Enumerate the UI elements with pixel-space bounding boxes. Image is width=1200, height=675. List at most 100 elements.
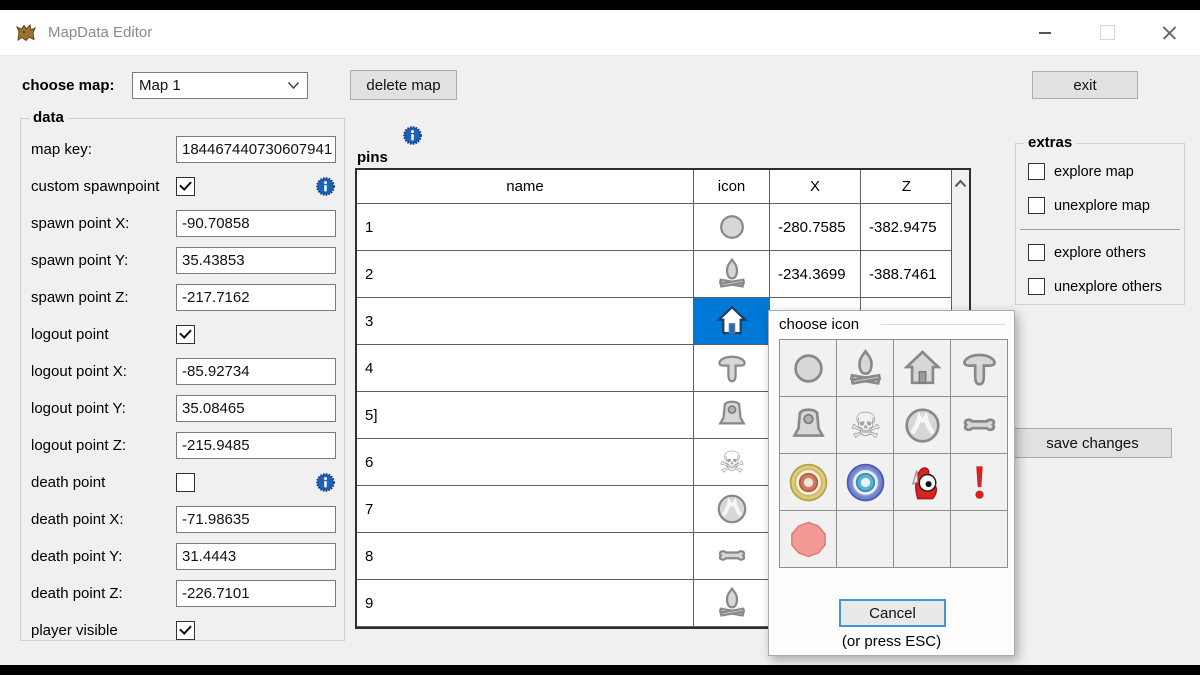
pin-z-cell[interactable]: -388.7461 bbox=[861, 251, 952, 297]
pin-icon-cell[interactable] bbox=[694, 392, 770, 438]
circle-pin-icon bbox=[719, 215, 744, 239]
bone-icon bbox=[718, 550, 745, 561]
logout-point-checkbox[interactable] bbox=[176, 324, 195, 344]
target-gold-icon bbox=[789, 463, 827, 501]
choose-map-label: choose map: bbox=[22, 77, 115, 94]
extras-item-unexplore-map: unexplore map bbox=[1028, 195, 1176, 216]
exit-button[interactable]: exit bbox=[1032, 71, 1138, 99]
maximize-button bbox=[1076, 10, 1138, 55]
pin-name-cell[interactable]: 6 bbox=[357, 439, 694, 485]
pin-icon-cell[interactable] bbox=[694, 251, 770, 297]
icon-option-target-gold[interactable] bbox=[780, 454, 837, 511]
data-row-logout-point-y: logout point Y: bbox=[31, 394, 336, 422]
pin-name-cell[interactable]: 9 bbox=[357, 580, 694, 626]
pin-name-cell[interactable]: 1 bbox=[357, 204, 694, 250]
spawn-point-y-input[interactable] bbox=[176, 246, 336, 274]
info-icon[interactable] bbox=[315, 176, 336, 197]
pin-icon-cell[interactable] bbox=[694, 345, 770, 391]
custom-spawnpoint-checkbox[interactable] bbox=[176, 176, 195, 196]
pin-name-cell[interactable]: 8 bbox=[357, 533, 694, 579]
icon-option-target-blue[interactable] bbox=[837, 454, 894, 511]
logout-point-y-label: logout point Y: bbox=[31, 399, 126, 417]
death-point-z-input[interactable] bbox=[176, 579, 336, 607]
data-panel: data map key: custom spawnpoint spawn poin… bbox=[20, 109, 345, 644]
death-point-z-label: death point Z: bbox=[31, 584, 123, 602]
pin-icon-cell[interactable] bbox=[694, 580, 770, 626]
close-button[interactable] bbox=[1138, 10, 1200, 55]
pin-x-cell[interactable]: -280.7585 bbox=[770, 204, 861, 250]
icon-option-skull-crossbones[interactable]: ☠ bbox=[837, 397, 894, 454]
spawn-point-y-label: spawn point Y: bbox=[31, 251, 129, 269]
pin-name-cell[interactable]: 7 bbox=[357, 486, 694, 532]
icon-option-mushroom[interactable] bbox=[951, 340, 1008, 397]
mushroom-icon bbox=[717, 355, 746, 383]
pins-info-icon[interactable] bbox=[402, 125, 423, 146]
unexplore-others-checkbox[interactable] bbox=[1028, 278, 1045, 295]
death-point-y-input[interactable] bbox=[176, 542, 336, 570]
pin-name-cell[interactable]: 5] bbox=[357, 392, 694, 438]
pin-icon-cell[interactable]: ☠ bbox=[694, 439, 770, 485]
data-row-spawn-point-x: spawn point X: bbox=[31, 209, 336, 237]
pin-name-cell[interactable]: 4 bbox=[357, 345, 694, 391]
unexplore-others-label: unexplore others bbox=[1054, 278, 1163, 295]
pin-z-cell[interactable]: -382.9475 bbox=[861, 204, 952, 250]
pin-icon-cell[interactable] bbox=[694, 298, 770, 344]
icon-option-exclamation-mark[interactable] bbox=[951, 454, 1008, 511]
spawn-point-x-input[interactable] bbox=[176, 209, 336, 237]
pin-name-cell[interactable]: 3 bbox=[357, 298, 694, 344]
data-row-player-visible: player visible bbox=[31, 616, 336, 644]
explore-others-checkbox[interactable] bbox=[1028, 244, 1045, 261]
minimize-button[interactable] bbox=[1014, 10, 1076, 55]
logout-point-z-input[interactable] bbox=[176, 431, 336, 459]
campfire-icon bbox=[849, 348, 881, 385]
map-key-input[interactable] bbox=[176, 135, 336, 163]
column-header-name: name bbox=[357, 170, 694, 203]
pin-name-cell[interactable]: 2 bbox=[357, 251, 694, 297]
data-rows: map key: custom spawnpoint spawn point X: s… bbox=[21, 135, 344, 644]
icon-option-house[interactable] bbox=[894, 340, 951, 397]
logout-point-x-input[interactable] bbox=[176, 357, 336, 385]
delete-map-button[interactable]: delete map bbox=[350, 70, 457, 100]
data-row-custom-spawnpoint: custom spawnpoint bbox=[31, 172, 336, 200]
pins-title: pins bbox=[357, 149, 388, 166]
data-row-logout-point-z: logout point Z: bbox=[31, 431, 336, 459]
column-header-z: Z bbox=[901, 178, 912, 195]
icon-option-bone[interactable] bbox=[951, 397, 1008, 454]
pin-icon-cell[interactable] bbox=[694, 204, 770, 250]
map-select[interactable]: Map 1 bbox=[132, 72, 308, 99]
explore-map-checkbox[interactable] bbox=[1028, 163, 1045, 180]
scroll-up-icon bbox=[954, 179, 967, 188]
cancel-button[interactable]: Cancel bbox=[839, 599, 946, 627]
spawn-point-z-input[interactable] bbox=[176, 283, 336, 311]
red-creature-icon bbox=[911, 466, 937, 499]
pin-x-cell[interactable]: -234.3699 bbox=[770, 251, 861, 297]
icon-option-pink-circle[interactable] bbox=[780, 511, 837, 568]
map-select-value: Map 1 bbox=[139, 77, 181, 94]
icon-option-campfire[interactable] bbox=[837, 340, 894, 397]
extras-item-explore-others: explore others bbox=[1028, 242, 1176, 263]
data-row-logout-point: logout point bbox=[31, 320, 336, 348]
data-row-death-point-y: death point Y: bbox=[31, 542, 336, 570]
icon-option-gravestone[interactable] bbox=[780, 397, 837, 454]
death-point-y-label: death point Y: bbox=[31, 547, 123, 565]
player-visible-checkbox[interactable] bbox=[176, 620, 195, 640]
logout-point-z-label: logout point Z: bbox=[31, 436, 127, 454]
maximize-icon bbox=[1099, 25, 1115, 40]
pin-icon-cell[interactable] bbox=[694, 533, 770, 579]
unexplore-map-checkbox[interactable] bbox=[1028, 197, 1045, 214]
icon-option-red-creature[interactable] bbox=[894, 454, 951, 511]
logout-point-y-input[interactable] bbox=[176, 394, 336, 422]
column-header-x: X bbox=[770, 170, 861, 203]
app-logo-icon bbox=[16, 23, 36, 41]
death-point-x-input[interactable] bbox=[176, 505, 336, 533]
save-changes-button[interactable]: save changes bbox=[1013, 428, 1172, 458]
death-point-checkbox[interactable] bbox=[176, 472, 195, 492]
info-icon[interactable] bbox=[315, 472, 336, 493]
death-point-label: death point bbox=[31, 473, 106, 491]
titlebar: MapData Editor bbox=[0, 10, 1200, 56]
pin-icon-cell[interactable] bbox=[694, 486, 770, 532]
data-row-logout-point-x: logout point X: bbox=[31, 357, 336, 385]
app-window: MapData Editor choose map: Map 1 delete … bbox=[0, 10, 1200, 665]
icon-option-claw-orb[interactable] bbox=[894, 397, 951, 454]
icon-option-circle-pin[interactable] bbox=[780, 340, 837, 397]
